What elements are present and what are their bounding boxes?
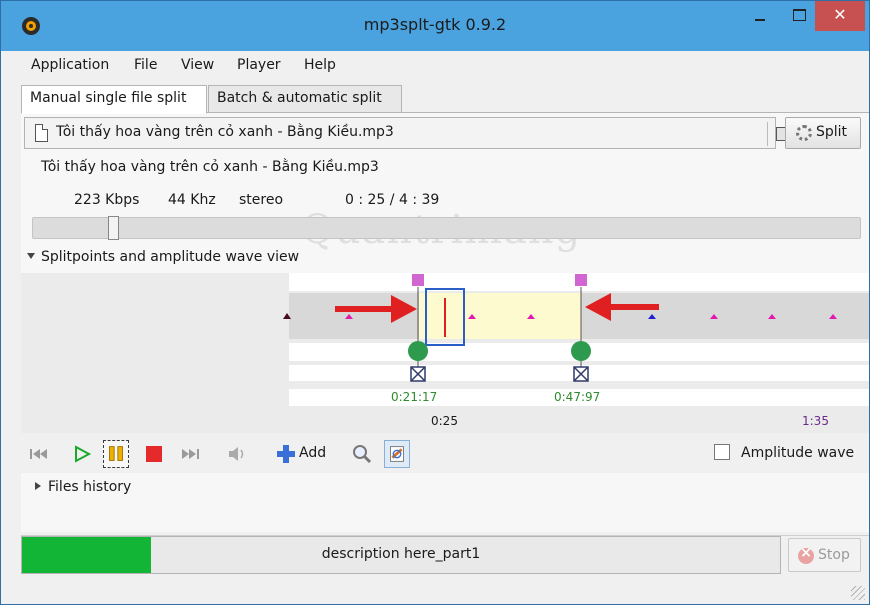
splitpoint-check-1[interactable] [408, 341, 428, 361]
expander-right-icon [35, 482, 41, 490]
files-history-label: Files history [48, 479, 132, 495]
file-path-text: Tôi thấy hoa vàng trên cỏ xanh - Bằng Ki… [56, 124, 394, 140]
amplitude-wave-view[interactable]: 0:21:17 0:47:97 0:25 1:35 [21, 273, 869, 433]
current-time-label: 0:25 [431, 414, 458, 428]
bitrate-label: 223 Kbps [74, 192, 140, 208]
zoom-icon[interactable] [349, 440, 375, 468]
close-icon: ✕ [833, 5, 847, 24]
app-window: mp3splt-gtk 0.9.2 ✕ Application File Vie… [0, 0, 870, 605]
slider-handle[interactable] [108, 216, 119, 240]
amplitude-wave-label[interactable]: Amplitude wave [741, 445, 854, 461]
play-icon[interactable] [69, 440, 95, 468]
stop-button-label: Stop [818, 547, 850, 563]
menu-view[interactable]: View [181, 57, 214, 73]
menu-player[interactable]: Player [237, 57, 281, 73]
menu-bar: Application File View Player Help [21, 52, 865, 82]
resize-grip[interactable] [851, 586, 865, 600]
progress-description: description here_part1 [321, 546, 481, 562]
splitpoint-handle-2[interactable] [575, 274, 587, 286]
tab-batch-split[interactable]: Batch & automatic split [208, 85, 402, 113]
playback-position-slider[interactable] [32, 216, 861, 240]
stop-split-button[interactable]: Stop [788, 538, 861, 572]
splitpoints-canvas[interactable] [21, 273, 869, 433]
title-bar[interactable]: mp3splt-gtk 0.9.2 ✕ [1, 1, 869, 51]
frequency-label: 44 Khz [168, 192, 216, 208]
splitpoints-section-title: Splitpoints and amplitude wave view [41, 249, 300, 265]
split-progress-bar: description here_part1 [21, 536, 781, 574]
document-icon [35, 124, 48, 142]
skip-back-icon[interactable] [26, 440, 52, 468]
window-title: mp3splt-gtk 0.9.2 [363, 15, 507, 34]
channel-mode-label: stereo [239, 192, 284, 208]
split-button-label: Split [816, 124, 848, 140]
menu-help[interactable]: Help [304, 57, 336, 73]
tab-manual-split[interactable]: Manual single file split [21, 85, 207, 114]
splitpoint-time-2: 0:47:97 [554, 390, 601, 404]
scan-splitpoints-icon[interactable] [384, 440, 410, 468]
menu-file[interactable]: File [134, 57, 157, 73]
splitpoint-time-1: 0:21:17 [391, 390, 438, 404]
selected-segment[interactable] [419, 293, 581, 339]
menu-application[interactable]: Application [31, 57, 109, 73]
files-history-toggle[interactable]: Files history [35, 479, 131, 495]
end-time-label: 1:35 [802, 414, 829, 428]
split-button[interactable]: Split [785, 117, 861, 149]
skip-forward-icon[interactable] [177, 440, 203, 468]
minimize-button[interactable] [741, 1, 779, 31]
file-path-field[interactable]: Tôi thấy hoa vàng trên cỏ xanh - Bằng Ki… [24, 117, 794, 149]
volume-icon[interactable] [224, 440, 250, 468]
time-display: 0 : 25 / 4 : 39 [345, 192, 440, 208]
amplitude-wave-checkbox[interactable] [714, 444, 730, 460]
splitpoints-section-toggle[interactable]: Splitpoints and amplitude wave view [27, 249, 299, 265]
maximize-button[interactable] [781, 1, 817, 31]
pause-icon[interactable] [103, 440, 129, 468]
cancel-icon [798, 545, 814, 564]
expander-down-icon [27, 253, 35, 259]
gear-icon [796, 125, 812, 141]
add-splitpoint-button[interactable]: Add [299, 445, 326, 461]
splitpoint-check-2[interactable] [571, 341, 591, 361]
close-button[interactable]: ✕ [815, 1, 865, 31]
song-title: Tôi thấy hoa vàng trên cỏ xanh - Bằng Ki… [41, 159, 379, 175]
stop-icon[interactable] [141, 440, 167, 468]
splitpoint-handle-1[interactable] [412, 274, 424, 286]
add-splitpoint-icon[interactable] [273, 440, 299, 468]
